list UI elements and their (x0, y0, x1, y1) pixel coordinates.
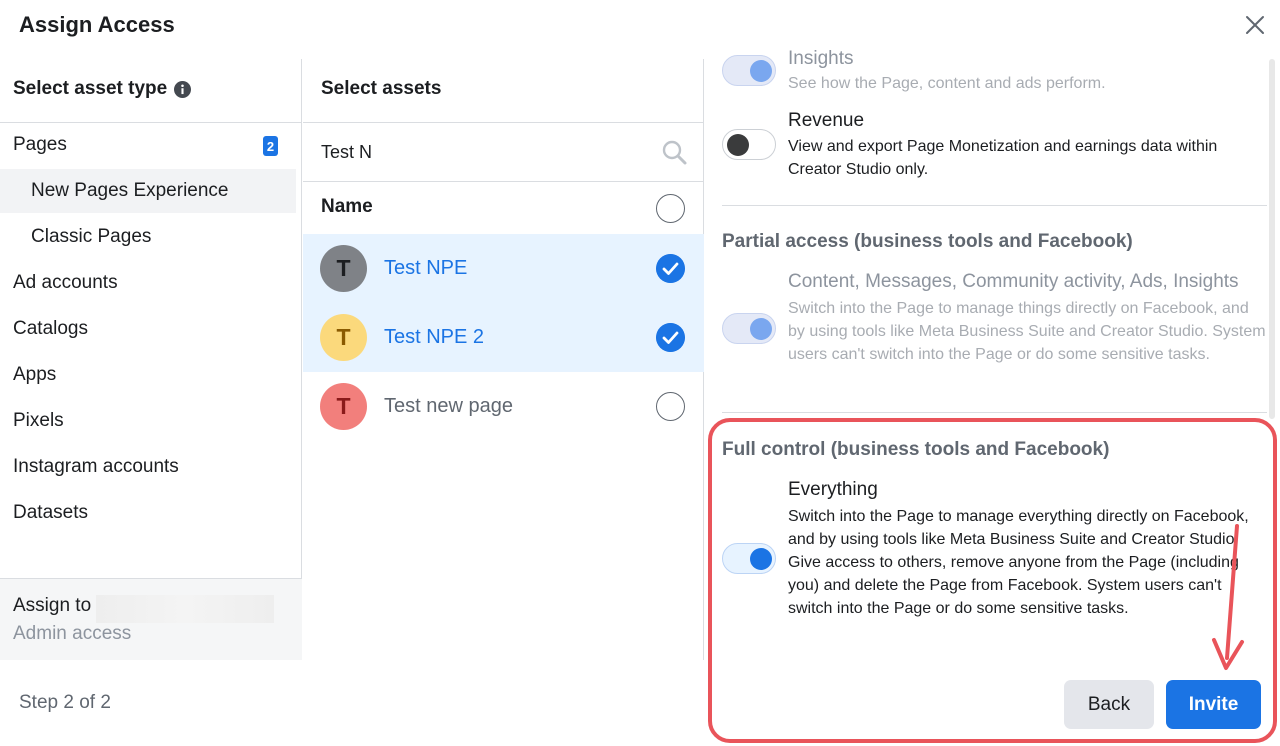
name-column-header: Name (321, 196, 373, 217)
asset-type-label: Instagram accounts (13, 456, 179, 477)
checkmark-icon[interactable] (656, 254, 685, 283)
assets-heading: Select assets (321, 78, 442, 99)
assets-panel: Select assets Name T Test NPE T Test NPE… (303, 59, 704, 660)
revenue-description: View and export Page Monetization and ea… (788, 138, 1218, 178)
pages-count-badge: 2 (263, 136, 278, 156)
divider (303, 181, 704, 182)
assign-to-summary: Assign to Admin access (0, 578, 302, 660)
asset-type-datasets[interactable]: Datasets (0, 491, 296, 535)
search-icon[interactable] (660, 138, 688, 166)
avatar: T (320, 314, 367, 361)
asset-type-label: Pixels (13, 410, 64, 431)
insights-title: Insights (788, 48, 854, 69)
asset-type-apps[interactable]: Apps (0, 353, 296, 397)
toggle-knob (750, 548, 772, 570)
checkmark-icon[interactable] (656, 323, 685, 352)
asset-name: Test new page (384, 395, 513, 417)
asset-row[interactable]: T Test NPE 2 (303, 303, 704, 372)
partial-access-heading: Partial access (business tools and Faceb… (722, 231, 1133, 252)
asset-type-new-pages-experience[interactable]: New Pages Experience (0, 169, 296, 213)
asset-name: Test NPE (384, 257, 468, 279)
asset-type-label: New Pages Experience (31, 180, 229, 201)
asset-type-label: Ad accounts (13, 272, 118, 293)
full-control-heading: Full control (business tools and Faceboo… (722, 439, 1110, 460)
asset-type-label: Classic Pages (31, 226, 152, 247)
permissions-panel: Insights See how the Page, content and a… (705, 48, 1280, 746)
asset-type-label: Catalogs (13, 318, 88, 339)
asset-row[interactable]: T Test new page (303, 372, 704, 441)
asset-search-input[interactable] (321, 139, 651, 165)
asset-row[interactable]: T Test NPE (303, 234, 704, 303)
full-control-toggle[interactable] (722, 543, 776, 574)
back-button[interactable]: Back (1064, 680, 1154, 729)
asset-type-instagram-accounts[interactable]: Instagram accounts (0, 445, 296, 489)
dialog-title: Assign Access (19, 12, 175, 37)
asset-type-pixels[interactable]: Pixels (0, 399, 296, 443)
divider (722, 412, 1267, 413)
insights-description: See how the Page, content and ads perfor… (788, 75, 1106, 92)
full-control-description: Switch into the Page to manage everythin… (788, 508, 1249, 617)
partial-access-description: Switch into the Page to manage things di… (788, 300, 1266, 363)
toggle-knob (727, 134, 749, 156)
asset-type-heading-text: Select asset type (13, 78, 168, 99)
asset-type-ad-accounts[interactable]: Ad accounts (0, 261, 296, 305)
divider (722, 205, 1267, 206)
asset-name: Test NPE 2 (384, 326, 485, 348)
revenue-toggle[interactable] (722, 129, 776, 160)
access-level: Admin access (13, 623, 132, 644)
asset-type-pages[interactable]: Pages 2 (0, 123, 296, 167)
scrollbar[interactable] (1268, 59, 1276, 419)
assign-to-label: Assign to (13, 595, 92, 616)
divider (303, 122, 704, 123)
partial-access-title: Content, Messages, Community activity, A… (788, 271, 1239, 292)
asset-type-heading: Select asset type (13, 78, 192, 100)
toggle-knob (750, 318, 772, 340)
redacted-user-name (96, 595, 274, 623)
info-icon[interactable] (174, 80, 192, 98)
asset-type-catalogs[interactable]: Catalogs (0, 307, 296, 351)
close-icon[interactable] (1243, 13, 1267, 37)
asset-type-label: Pages (13, 134, 67, 155)
partial-access-toggle[interactable] (722, 313, 776, 344)
revenue-title: Revenue (788, 110, 865, 131)
invite-button[interactable]: Invite (1166, 680, 1261, 729)
asset-select-radio[interactable] (656, 392, 685, 421)
asset-type-label: Datasets (13, 502, 88, 523)
step-indicator: Step 2 of 2 (19, 692, 111, 713)
avatar: T (320, 383, 367, 430)
asset-type-classic-pages[interactable]: Classic Pages (0, 215, 296, 259)
toggle-knob (750, 60, 772, 82)
avatar: T (320, 245, 367, 292)
full-control-title: Everything (788, 479, 878, 500)
select-all-radio[interactable] (656, 194, 685, 223)
asset-type-panel: Select asset type Pages 2 New Pages Expe… (0, 59, 302, 660)
asset-type-label: Apps (13, 364, 57, 385)
insights-toggle[interactable] (722, 55, 776, 86)
